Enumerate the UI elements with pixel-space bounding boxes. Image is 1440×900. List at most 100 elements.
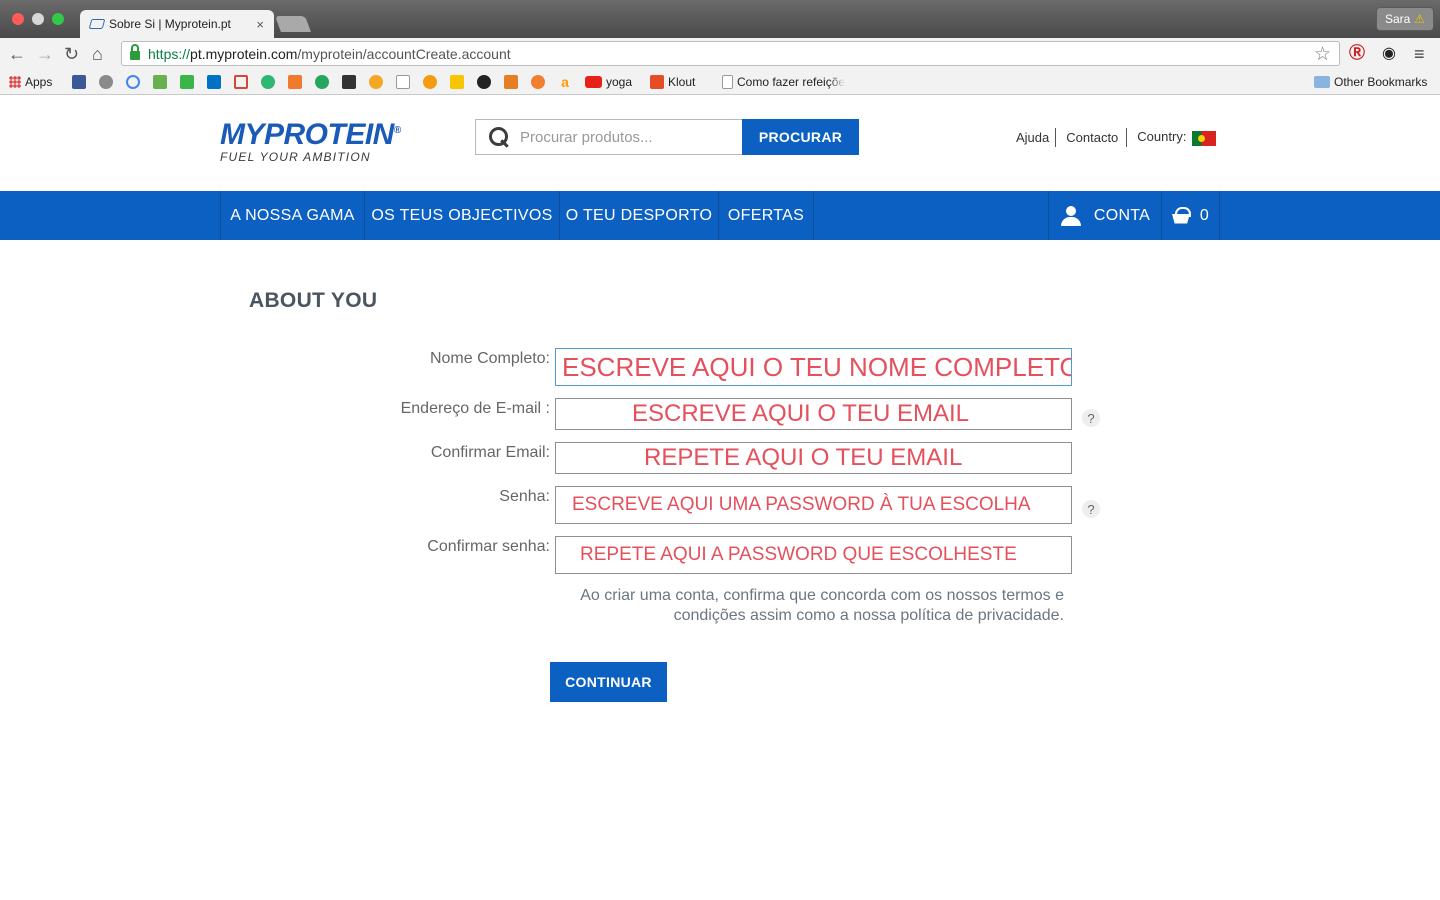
search-button[interactable]: PROCURAR bbox=[742, 119, 859, 155]
bookmark-2[interactable] bbox=[99, 74, 113, 90]
forward-arrow-icon[interactable]: → bbox=[36, 44, 54, 64]
bookmark-outlook[interactable] bbox=[207, 74, 221, 90]
bookmark-12[interactable] bbox=[369, 74, 383, 90]
browser-tab[interactable]: Sobre Si | Myprotein.pt × bbox=[80, 10, 274, 38]
bookmark-5[interactable] bbox=[180, 74, 194, 90]
flower-icon bbox=[531, 75, 545, 89]
bookmark-10[interactable] bbox=[315, 74, 329, 90]
close-window-button[interactable] bbox=[12, 13, 24, 25]
bookmark-11[interactable] bbox=[342, 74, 356, 90]
circle-icon bbox=[369, 75, 383, 89]
search-bar: PROCURAR bbox=[475, 119, 859, 155]
logo-tagline: FUEL YOUR AMBITION bbox=[220, 150, 371, 164]
account-label: CONTA bbox=[1093, 206, 1151, 224]
profile-button[interactable]: Sara ⚠ bbox=[1376, 7, 1434, 31]
amazon-icon: a bbox=[561, 74, 569, 90]
tool-icon bbox=[342, 75, 356, 89]
bookmark-8[interactable] bbox=[261, 74, 275, 90]
nav-item-os-teus-objectivos[interactable]: OS TEUS OBJECTIVOS bbox=[364, 191, 559, 240]
continue-button[interactable]: CONTINUAR bbox=[550, 662, 667, 702]
bookmark-4[interactable] bbox=[153, 74, 167, 90]
klout-icon bbox=[650, 75, 664, 89]
logo-wordmark: MYPROTEIN bbox=[220, 118, 394, 151]
password-help-icon[interactable]: ? bbox=[1082, 500, 1100, 518]
basket-count: 0 bbox=[1199, 206, 1210, 224]
page-icon bbox=[396, 75, 410, 89]
contact-link[interactable]: Contacto bbox=[1056, 130, 1126, 145]
bookmarks-bar: Apps a yoga Klout Como fazer refeiçõe Ot… bbox=[0, 70, 1440, 95]
owl-extension-icon[interactable]: ◉ bbox=[1382, 44, 1396, 64]
outlook-icon bbox=[207, 75, 221, 89]
full-name-field[interactable]: ESCREVE AQUI O TEU NOME COMPLETO bbox=[555, 348, 1072, 386]
terms-notice: Ao criar uma conta, confirma que concord… bbox=[560, 586, 1064, 626]
address-bar[interactable]: https://pt.myprotein.com/myprotein/accou… bbox=[121, 41, 1340, 66]
warning-icon: ⚠ bbox=[1414, 12, 1426, 26]
confirm-email-label: Confirmar Email: bbox=[430, 444, 550, 461]
new-tab-button[interactable] bbox=[275, 16, 311, 32]
bookmark-star-icon[interactable]: ☆ bbox=[1314, 43, 1331, 66]
badge-icon bbox=[504, 75, 518, 89]
search-icon bbox=[488, 126, 510, 148]
apps-grid-icon bbox=[9, 76, 21, 88]
back-arrow-icon[interactable]: ← bbox=[8, 44, 26, 64]
menu-icon[interactable]: ≡ bbox=[1414, 44, 1425, 64]
page-title: ABOUT YOU bbox=[249, 289, 378, 312]
bookmark-18[interactable] bbox=[531, 74, 545, 90]
myprotein-logo[interactable]: MYPROTEIN® FUEL YOUR AMBITION bbox=[220, 116, 401, 165]
maximize-window-button[interactable] bbox=[52, 13, 64, 25]
top-links: Ajuda Contacto Country: bbox=[1010, 128, 1222, 147]
bookmark-apps[interactable]: Apps bbox=[9, 74, 52, 90]
bookmark-other[interactable]: Other Bookmarks bbox=[1314, 74, 1427, 90]
bookmark-como-label: Como fazer refeiçõe bbox=[737, 75, 846, 89]
nav-item-o-teu-desporto[interactable]: O TEU DESPORTO bbox=[559, 191, 718, 240]
confirm-email-field[interactable]: REPETE AQUI O TEU EMAIL bbox=[555, 442, 1072, 474]
facebook-icon bbox=[72, 75, 86, 89]
bookmark-other-label: Other Bookmarks bbox=[1334, 75, 1428, 89]
email-help-icon[interactable]: ? bbox=[1082, 409, 1100, 427]
bookmark-gmail[interactable] bbox=[234, 74, 248, 90]
bookmark-apps-label: Apps bbox=[25, 75, 53, 89]
tab-close-icon[interactable]: × bbox=[256, 17, 264, 32]
password-label: Senha: bbox=[499, 488, 550, 505]
terms-line-1: Ao criar uma conta, confirma que concord… bbox=[580, 587, 1064, 604]
nav-item-a-nossa-gama[interactable]: A NOSSA GAMA bbox=[220, 191, 364, 240]
bookmark-17[interactable] bbox=[504, 74, 518, 90]
url-path: /myprotein/accountCreate.account bbox=[297, 45, 511, 62]
nav-item-ofertas[interactable]: OFERTAS bbox=[718, 191, 814, 240]
bookmark-16[interactable] bbox=[477, 74, 491, 90]
confirm-password-label: Confirmar senha: bbox=[427, 538, 550, 555]
google-icon bbox=[126, 75, 140, 89]
confirm-password-field[interactable]: REPETE AQUI A PASSWORD QUE ESCOLHESTE bbox=[555, 536, 1072, 574]
help-link[interactable]: Ajuda bbox=[1010, 130, 1055, 145]
home-icon[interactable]: ⌂ bbox=[92, 44, 103, 64]
country-selector[interactable]: Country: bbox=[1127, 129, 1222, 146]
bookmark-facebook[interactable] bbox=[72, 74, 86, 90]
search-input[interactable] bbox=[520, 128, 720, 146]
minimize-window-button[interactable] bbox=[32, 13, 44, 25]
url-scheme: https:// bbox=[148, 45, 191, 62]
bookmark-amazon[interactable]: a bbox=[558, 74, 572, 90]
email-label: Endereço de E-mail : bbox=[400, 400, 550, 417]
bookmark-yoga-label: yoga bbox=[606, 75, 633, 89]
user-icon bbox=[1060, 205, 1082, 226]
email-field[interactable]: ESCREVE AQUI O TEU EMAIL bbox=[555, 398, 1072, 430]
bookmark-15[interactable] bbox=[450, 74, 464, 90]
logo-registered-mark: ® bbox=[393, 125, 401, 136]
bookmark-google[interactable] bbox=[126, 74, 140, 90]
bookmark-klout[interactable]: Klout bbox=[650, 74, 695, 90]
bookmark-klout-label: Klout bbox=[668, 75, 696, 89]
bookmark-14[interactable] bbox=[423, 74, 437, 90]
full-name-label: Nome Completo: bbox=[429, 350, 550, 367]
bookmark-13[interactable] bbox=[396, 74, 410, 90]
password-field[interactable]: ESCREVE AQUI UMA PASSWORD À TUA ESCOLHA bbox=[555, 486, 1072, 524]
bookmark-yoga[interactable]: yoga bbox=[585, 74, 632, 90]
lock-icon bbox=[130, 44, 140, 60]
bookmark-9[interactable] bbox=[288, 74, 302, 90]
bookmark-como[interactable]: Como fazer refeiçõe bbox=[722, 74, 845, 90]
basket-button[interactable]: 0 bbox=[1161, 191, 1220, 240]
reload-icon[interactable]: ↻ bbox=[64, 44, 79, 64]
chart-icon bbox=[288, 75, 302, 89]
pinterest-extension-icon[interactable]: Ⓡ bbox=[1349, 44, 1365, 64]
profile-name: Sara bbox=[1384, 12, 1411, 26]
account-button[interactable]: CONTA bbox=[1048, 191, 1161, 240]
